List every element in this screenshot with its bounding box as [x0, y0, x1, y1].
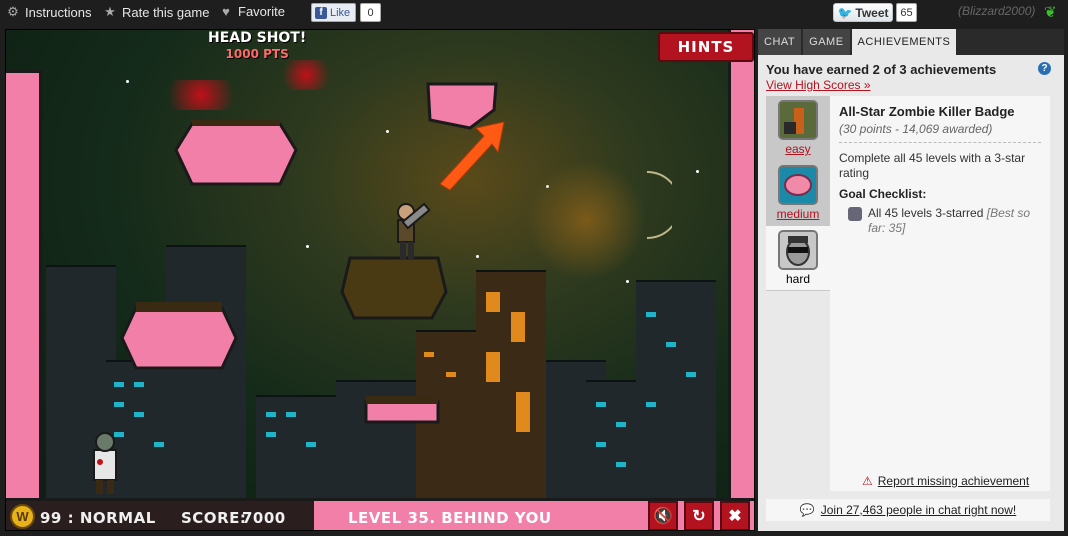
checklist-item: All 45 levels 3-starred [Best so far: 35… [839, 206, 1041, 236]
soldier-badge-icon [778, 100, 818, 140]
glow-decoration [526, 160, 646, 280]
star-decoration [476, 255, 479, 258]
checkbox-icon [848, 207, 862, 221]
tab-achievements[interactable]: ACHIEVEMENTS [851, 29, 957, 55]
tab-game[interactable]: GAME [803, 29, 850, 55]
brain-badge-icon [778, 165, 818, 205]
twitter-bird-icon: 🐦 [837, 5, 853, 20]
achievement-list: easy medium hard [766, 96, 830, 291]
building [476, 270, 546, 500]
rate-game-link[interactable]: ★ Rate this game [103, 4, 209, 20]
level-text: LEVEL 35. BEHIND YOU [348, 509, 552, 527]
instructions-link[interactable]: ⚙ Instructions [6, 4, 91, 20]
top-toolbar: ⚙ Instructions ★ Rate this game ♥ Favori… [0, 0, 1068, 26]
zombie-character [93, 432, 117, 494]
mute-button[interactable]: 🔇 [648, 501, 678, 530]
panel-tabs: CHAT GAME ACHIEVEMENTS [758, 29, 957, 55]
page: ⚙ Instructions ★ Rate this game ♥ Favori… [0, 0, 1068, 536]
restart-button[interactable]: ↻ [684, 501, 714, 530]
tweet-label: Tweet [855, 5, 889, 20]
player-character [397, 202, 431, 260]
earned-summary: You have earned 2 of 3 achievements [766, 62, 997, 77]
report-missing-link[interactable]: ⚠ Report missing achievement [862, 474, 1029, 488]
status-bar-left: W 99 : NORMAL SCORE: 7000 [6, 501, 314, 530]
coin-icon: W [10, 504, 35, 529]
headshot-points: 1000 PTS [225, 47, 289, 61]
game-canvas[interactable]: HINTS HEAD SHOT! 1000 PTS W 99 : NORMAL … [5, 29, 755, 531]
achievement-label[interactable]: easy [785, 142, 810, 156]
warning-icon: ⚠ [862, 474, 873, 488]
star-decoration [126, 80, 129, 83]
floating-platform [120, 302, 238, 370]
like-label: Like [330, 6, 351, 19]
right-pink-wall [728, 30, 754, 500]
achievement-easy[interactable]: easy [766, 96, 830, 160]
leaf-icon: ❦ [1044, 4, 1057, 21]
join-chat-link[interactable]: 💬 Join 27,463 people in chat right now! [766, 499, 1050, 521]
rate-label: Rate this game [122, 4, 210, 20]
star-decoration [386, 130, 389, 133]
achievement-meta: (30 points - 14,069 awarded) [839, 122, 1041, 143]
difficulty-text: 99 : NORMAL [40, 509, 156, 527]
help-icon[interactable]: ? [1038, 62, 1051, 75]
facebook-icon: f [315, 6, 327, 19]
goal-checklist-label: Goal Checklist: [839, 187, 927, 201]
direction-arrow-icon [439, 121, 505, 191]
game-status-bar: W 99 : NORMAL SCORE: 7000 LEVEL 35. BEHI… [6, 498, 754, 530]
zombie-face-badge-icon [778, 230, 818, 270]
favorite-label: Favorite [238, 4, 285, 19]
achievement-hard[interactable]: hard [766, 226, 830, 290]
tweet-button[interactable]: 🐦 Tweet [833, 3, 893, 22]
tab-chat[interactable]: CHAT [758, 29, 802, 55]
side-panel: CHAT GAME ACHIEVEMENTS You have earned 2… [758, 29, 1064, 531]
favorite-link[interactable]: ♥ Favorite [219, 4, 285, 19]
achievement-medium[interactable]: medium [766, 161, 830, 225]
dirt-platform [340, 256, 448, 320]
achievement-description: Complete all 45 levels with a 3-star rat… [839, 151, 1026, 180]
tweet-count: 65 [896, 3, 917, 22]
achievement-details: All-Star Zombie Killer Badge (30 points … [830, 96, 1050, 491]
building [636, 280, 716, 500]
headshot-popup: HEAD SHOT! 1000 PTS [208, 30, 306, 62]
blood-splatter [156, 80, 246, 110]
achievement-title: All-Star Zombie Killer Badge [839, 104, 1015, 119]
close-icon: ✖ [728, 508, 742, 525]
achievement-label[interactable]: medium [777, 207, 820, 221]
star-icon: ★ [104, 4, 116, 19]
like-count: 0 [360, 3, 381, 22]
username[interactable]: (Blizzard2000) [958, 4, 1035, 18]
quit-button[interactable]: ✖ [720, 501, 750, 530]
instructions-label: Instructions [25, 4, 92, 20]
headshot-label: HEAD SHOT! [208, 30, 307, 46]
floating-platform [364, 396, 440, 424]
restart-icon: ↻ [692, 508, 706, 525]
report-label: Report missing achievement [877, 474, 1030, 488]
star-decoration [696, 170, 699, 173]
hints-button[interactable]: HINTS [658, 32, 754, 62]
star-decoration [626, 280, 629, 283]
floating-platform [174, 120, 298, 186]
building [166, 245, 246, 500]
speaker-muted-icon: 🔇 [653, 508, 673, 525]
checklist-text: All 45 levels 3-starred [868, 206, 984, 220]
facebook-like-button[interactable]: f Like [311, 3, 357, 22]
left-pink-wall [6, 70, 42, 500]
blood-splatter [276, 60, 336, 90]
building [256, 395, 336, 500]
heart-icon: ♥ [222, 4, 230, 19]
achievement-label: hard [785, 272, 811, 286]
star-decoration [306, 245, 309, 248]
gear-icon: ⚙ [7, 4, 19, 19]
score-label: SCORE: [181, 509, 247, 527]
score-value: 7000 [242, 509, 286, 527]
join-chat-label: Join 27,463 people in chat right now! [820, 503, 1017, 517]
view-high-scores-link[interactable]: View High Scores » [766, 78, 871, 92]
chat-bubble-icon: 💬 [799, 503, 815, 517]
